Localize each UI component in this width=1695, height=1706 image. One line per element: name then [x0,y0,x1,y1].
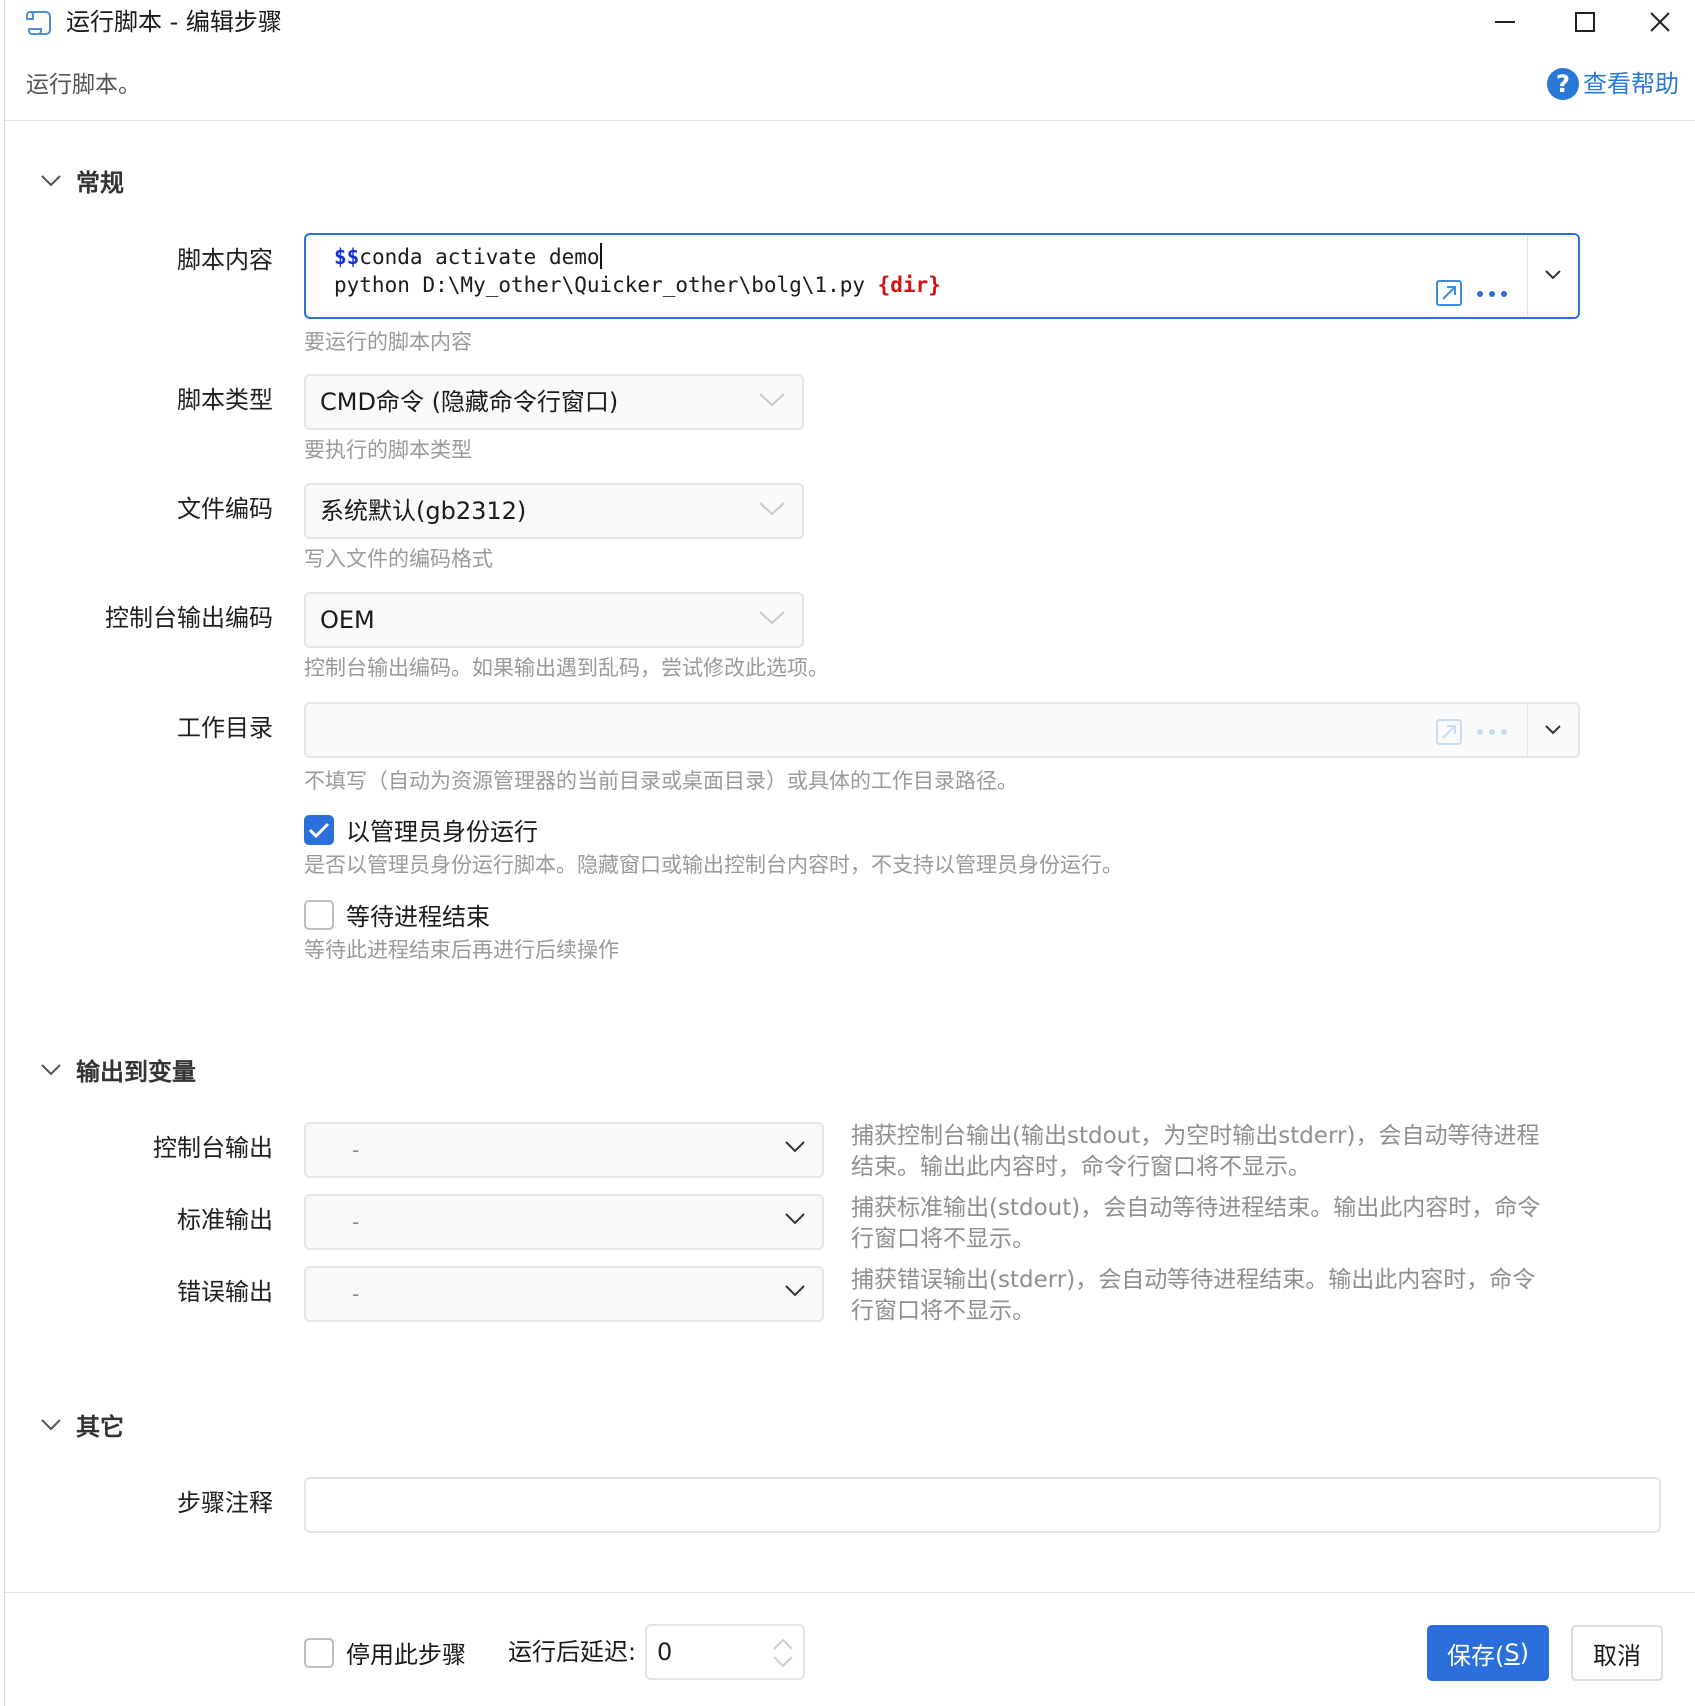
run-as-admin-hint: 是否以管理员身份运行脚本。隐藏窗口或输出控制台内容时，不支持以管理员身份运行。 [304,853,1123,877]
chevron-down-icon [759,611,785,625]
step-note-input[interactable] [304,1477,1661,1533]
chevron-down-icon [785,1285,805,1297]
checkbox-unchecked-icon[interactable] [304,899,334,930]
chevron-down-icon [41,1063,61,1075]
question-icon: ? [1547,68,1579,100]
file-encoding-value: 系统默认(gb2312) [320,497,527,525]
working-dir-label: 工作目录 [177,714,273,742]
stderr-desc: 捕获错误输出(stderr)，会自动等待进程结束。输出此内容时，命令行窗口将不显… [851,1267,1536,1324]
wait-exit-label: 等待进程结束 [346,903,490,931]
file-encoding-hint: 写入文件的编码格式 [304,547,493,571]
chevron-down-icon [41,1418,61,1430]
run-as-admin-checkbox[interactable]: 以管理员身份运行 [304,812,538,847]
dir-var-token: {dir} [877,273,941,297]
run-as-admin-label: 以管理员身份运行 [346,818,538,846]
script-icon [24,8,54,36]
minimize-icon [1495,21,1515,23]
open-editor-icon[interactable] [1436,280,1462,306]
close-button[interactable] [1627,2,1693,42]
section-general-header[interactable]: 常规 [40,163,124,198]
edit-step-window: 运行脚本 - 编辑步骤 运行脚本。 ? 查看帮助 常规 脚本内容 $$conda… [0,0,1695,1706]
description-bar: 运行脚本。 ? 查看帮助 [5,60,1695,121]
stdout-label: 标准输出 [177,1206,273,1234]
console-encoding-label: 控制台输出编码 [105,604,273,632]
disable-step-checkbox[interactable]: 停用此步骤 [304,1635,466,1670]
window-border [4,0,5,1706]
section-other-title: 其它 [76,1413,124,1441]
script-type-value: CMD命令 (隐藏命令行窗口) [320,388,619,416]
minimize-button[interactable] [1472,2,1538,42]
chevron-down-icon [785,1141,805,1153]
spinner-arrows-icon[interactable] [771,1636,795,1670]
checkbox-checked-icon[interactable] [304,814,334,845]
chevron-down-icon[interactable] [1544,724,1562,736]
wait-exit-hint: 等待此进程结束后再进行后续操作 [304,938,619,962]
disable-step-label: 停用此步骤 [346,1641,466,1669]
save-shortcut-key: S [1504,1639,1520,1667]
step-note-label: 步骤注释 [177,1489,273,1517]
chevron-down-icon[interactable] [1544,269,1562,281]
console-output-label: 控制台输出 [153,1134,273,1162]
script-text[interactable]: $$conda activate demo python D:\My_other… [334,243,941,299]
help-link[interactable]: ? 查看帮助 [1547,68,1679,100]
open-editor-icon[interactable] [1436,719,1462,745]
more-options-icon[interactable] [1477,291,1507,297]
title-bar[interactable]: 运行脚本 - 编辑步骤 [0,0,1695,44]
delay-input[interactable]: 0 [645,1624,805,1680]
script-line1: conda activate demo [359,245,600,269]
script-type-label: 脚本类型 [177,386,273,414]
help-label: 查看帮助 [1583,70,1679,98]
console-output-select[interactable]: - [304,1122,824,1178]
save-label: 保存( [1447,1641,1505,1670]
more-options-icon[interactable] [1477,729,1507,735]
console-encoding-hint: 控制台输出编码。如果输出遇到乱码，尝试修改此选项。 [304,656,829,680]
section-general-title: 常规 [76,169,124,197]
chevron-down-icon [759,502,785,516]
save-label-suffix: ) [1519,1639,1529,1667]
script-type-select[interactable]: CMD命令 (隐藏命令行窗口) [304,374,804,430]
stderr-label: 错误输出 [177,1278,273,1306]
script-content-label: 脚本内容 [177,246,273,274]
console-encoding-value: OEM [320,606,375,634]
chevron-down-icon [785,1213,805,1225]
window-title: 运行脚本 - 编辑步骤 [66,8,282,36]
file-encoding-label: 文件编码 [177,495,273,523]
text-caret [599,243,602,269]
script-editor[interactable]: $$conda activate demo python D:\My_other… [304,233,1580,319]
stdout-desc: 捕获标准输出(stdout)，会自动等待进程结束。输出此内容时，命令行窗口将不显… [851,1195,1541,1252]
section-output-header[interactable]: 输出到变量 [40,1052,196,1087]
chevron-down-icon [759,393,785,407]
delay-label: 运行后延迟: [508,1638,637,1666]
stderr-value: - [352,1282,360,1306]
section-other-header[interactable]: 其它 [40,1407,124,1442]
script-content-hint: 要运行的脚本内容 [304,330,472,354]
chevron-down-icon [41,174,61,186]
action-description: 运行脚本。 [26,72,141,98]
footer-divider [5,1592,1695,1593]
working-dir-hint: 不填写（自动为资源管理器的当前目录或桌面目录）或具体的工作目录路径。 [304,769,1018,793]
section-output-title: 输出到变量 [76,1058,196,1086]
console-output-value: - [352,1138,360,1162]
console-output-desc: 捕获控制台输出(输出stdout，为空时输出stderr)，会自动等待进程结束。… [851,1123,1540,1180]
dir-separator [1527,704,1528,756]
editor-separator [1527,235,1528,317]
checkbox-unchecked-icon[interactable] [304,1637,334,1668]
file-encoding-select[interactable]: 系统默认(gb2312) [304,483,804,539]
delay-value: 0 [657,1638,673,1666]
var-prefix-token: $$ [334,245,360,269]
stderr-select[interactable]: - [304,1266,824,1322]
maximize-button[interactable] [1552,2,1618,42]
wait-exit-checkbox[interactable]: 等待进程结束 [304,897,490,932]
maximize-icon [1575,12,1595,32]
console-encoding-select[interactable]: OEM [304,592,804,648]
stdout-value: - [352,1210,360,1234]
cancel-button[interactable]: 取消 [1571,1625,1663,1681]
working-dir-input[interactable] [304,702,1580,758]
close-icon [1650,12,1670,32]
script-line2: python D:\My_other\Quicker_other\bolg\1.… [334,273,878,297]
script-type-hint: 要执行的脚本类型 [304,438,472,462]
stdout-select[interactable]: - [304,1194,824,1250]
save-button[interactable]: 保存(S) [1427,1625,1549,1681]
